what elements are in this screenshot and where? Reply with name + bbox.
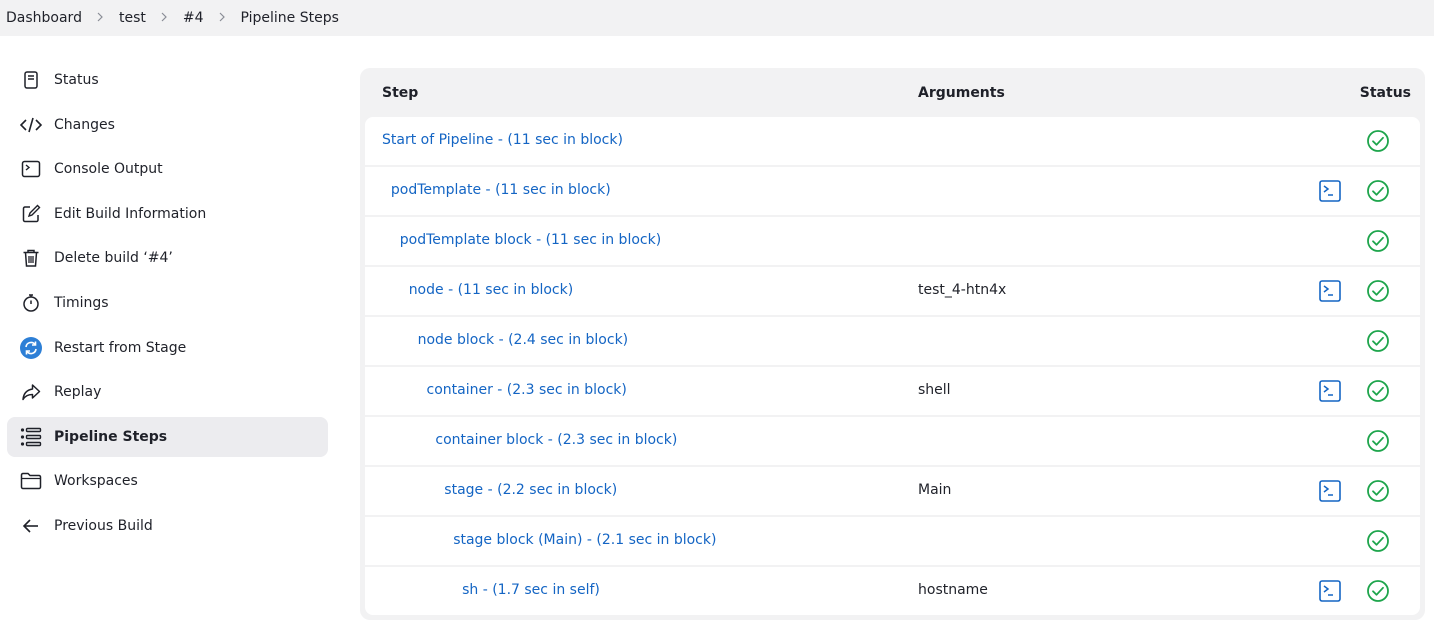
table-body: Start of Pipeline - (11 sec in block) pod… [365,117,1420,617]
breadcrumb-test[interactable]: test [119,10,146,26]
edit-icon [20,203,42,225]
column-header-status: Status [1359,85,1411,101]
sidebar: Status Changes Console Output Edit Build… [7,60,328,551]
code-icon [20,114,42,136]
breadcrumb-dashboard[interactable]: Dashboard [6,10,82,26]
sidebar-item-delete-build[interactable]: Delete build ‘#4’ [7,238,328,278]
breadcrumb: Dashboard test #4 Pipeline Steps [0,0,1434,36]
console-output-icon[interactable] [1318,279,1342,303]
sidebar-item-label: Replay [54,384,102,401]
sidebar-item-label: Changes [54,116,115,133]
step-link[interactable]: podTemplate block - (11 sec in block) [400,232,661,248]
step-link[interactable]: podTemplate - (11 sec in block) [391,182,611,198]
sidebar-item-previous-build[interactable]: Previous Build [7,506,328,546]
success-check-icon [1366,379,1390,403]
sidebar-item-label: Delete build ‘#4’ [54,250,173,267]
table-row: stage - (2.2 sec in block) Main [365,467,1420,515]
table-row: podTemplate - (11 sec in block) [365,167,1420,215]
column-header-step: Step [382,85,419,101]
console-output-icon[interactable] [1318,579,1342,603]
table-row: container block - (2.3 sec in block) [365,417,1420,465]
sidebar-item-replay[interactable]: Replay [7,372,328,412]
arrow-left-icon [20,515,42,537]
table-row: node block - (2.4 sec in block) [365,317,1420,365]
stopwatch-icon [20,292,42,314]
sidebar-item-label: Timings [54,294,109,311]
step-link[interactable]: container - (2.3 sec in block) [427,382,627,398]
step-link[interactable]: node - (11 sec in block) [409,282,574,298]
step-arguments: test_4-htn4x [918,282,1007,298]
sidebar-item-workspaces[interactable]: Workspaces [7,461,328,501]
sidebar-item-label: Edit Build Information [54,205,207,222]
trash-icon [20,247,42,269]
table-row: sh - (1.7 sec in self) hostname [365,567,1420,615]
sidebar-item-label: Restart from Stage [54,339,187,356]
step-link[interactable]: stage block (Main) - (2.1 sec in block) [453,532,716,548]
breadcrumb-pipeline-steps[interactable]: Pipeline Steps [241,10,339,26]
sidebar-item-pipeline-steps[interactable]: Pipeline Steps [7,416,328,457]
step-link[interactable]: sh - (1.7 sec in self) [462,582,600,598]
success-check-icon [1366,529,1390,553]
step-link[interactable]: stage - (2.2 sec in block) [444,482,617,498]
restart-icon [20,336,42,359]
table-row: Start of Pipeline - (11 sec in block) [365,117,1420,165]
sidebar-item-restart-from-stage[interactable]: Restart from Stage [7,328,328,368]
table-row: node - (11 sec in block) test_4-htn4x [365,267,1420,315]
console-output-icon[interactable] [1318,179,1342,203]
sidebar-item-label: Workspaces [54,473,138,490]
step-link[interactable]: node block - (2.4 sec in block) [418,332,629,348]
sidebar-item-status[interactable]: Status [7,60,328,100]
sidebar-item-timings[interactable]: Timings [7,283,328,323]
console-output-icon[interactable] [1318,379,1342,403]
table-row: stage block (Main) - (2.1 sec in block) [365,517,1420,565]
table-row: container - (2.3 sec in block) shell [365,367,1420,415]
breadcrumb-build[interactable]: #4 [183,10,204,26]
list-icon [20,426,42,448]
step-arguments: hostname [918,582,988,598]
step-arguments: Main [918,482,952,498]
success-check-icon [1366,129,1390,153]
table-header: Step Arguments Status [360,68,1425,118]
success-check-icon [1366,279,1390,303]
success-check-icon [1366,479,1390,503]
sidebar-item-label: Status [54,72,99,88]
sidebar-item-console-output[interactable]: Console Output [7,149,328,189]
success-check-icon [1366,229,1390,253]
replay-icon [20,381,42,403]
step-arguments: shell [918,382,951,398]
success-check-icon [1366,329,1390,353]
sidebar-item-label: Pipeline Steps [54,428,168,445]
step-link[interactable]: Start of Pipeline - (11 sec in block) [382,132,623,148]
terminal-icon [20,158,42,180]
console-output-icon[interactable] [1318,479,1342,503]
sidebar-item-edit-build-information[interactable]: Edit Build Information [7,194,328,234]
success-check-icon [1366,179,1390,203]
sidebar-item-changes[interactable]: Changes [7,105,328,145]
folder-icon [20,470,42,492]
sidebar-item-label: Console Output [54,161,163,178]
chevron-right-icon [217,12,227,22]
step-link[interactable]: container block - (2.3 sec in block) [435,432,677,448]
success-check-icon [1366,429,1390,453]
chevron-right-icon [95,12,105,22]
pipeline-steps-table: Step Arguments Status Start of Pipeline … [360,68,1425,620]
column-header-arguments: Arguments [918,85,1005,101]
document-icon [20,69,42,91]
success-check-icon [1366,579,1390,603]
sidebar-item-label: Previous Build [54,517,153,534]
table-row: podTemplate block - (11 sec in block) [365,217,1420,265]
chevron-right-icon [159,12,169,22]
